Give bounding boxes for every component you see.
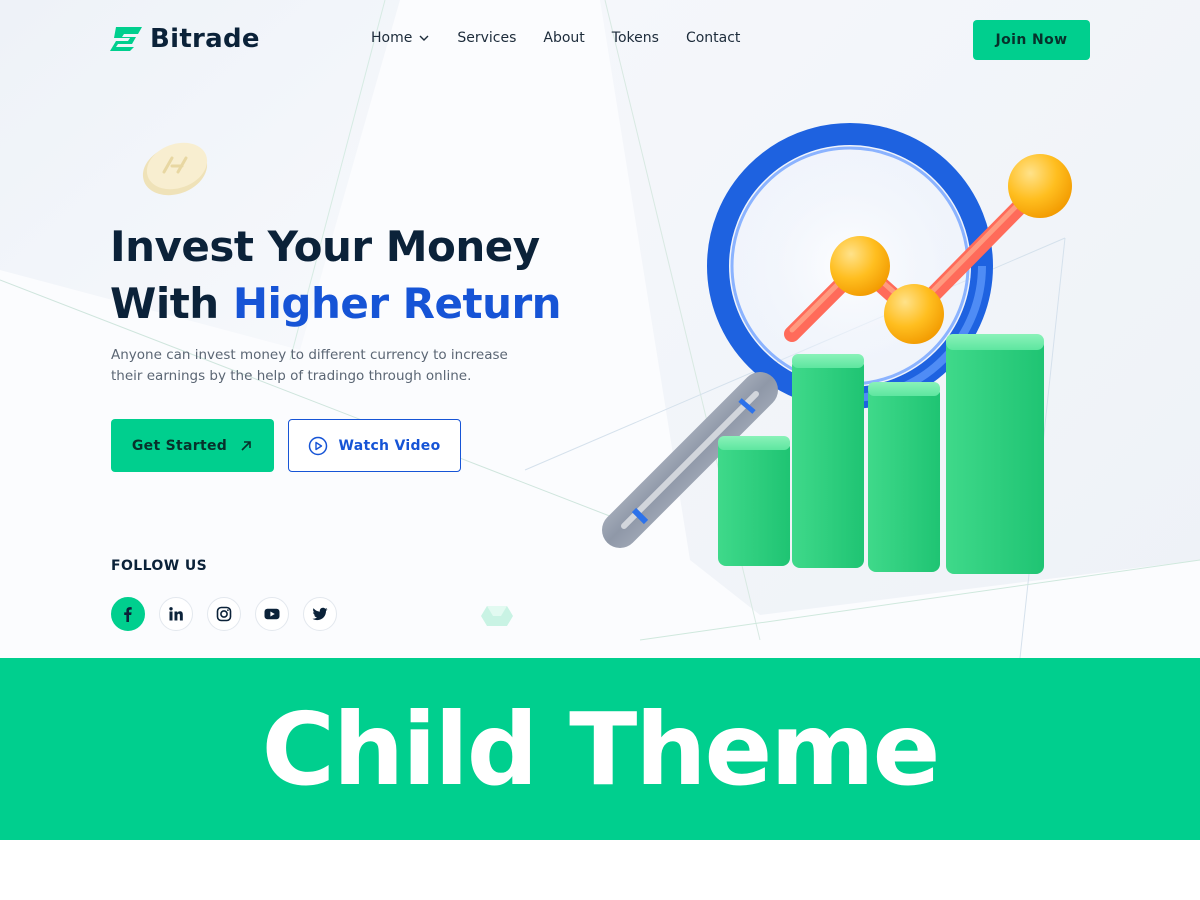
hero-title: Invest Your Money With Higher Return	[110, 218, 630, 332]
get-started-label: Get Started	[131, 437, 228, 454]
hero-title-line-2: With Higher Return	[110, 275, 630, 332]
bar-4	[946, 334, 1044, 574]
bar-1	[718, 436, 790, 566]
bar-3	[868, 382, 940, 572]
twitter-icon	[312, 607, 328, 621]
hero-title-prefix: With	[110, 279, 219, 328]
watch-video-button[interactable]: Watch Video	[288, 419, 461, 472]
main-nav: Home Services About Tokens Contact	[371, 30, 740, 46]
banner-title: Child Theme	[261, 690, 941, 808]
trend-point	[884, 284, 944, 344]
nav-item-label: Tokens	[611, 30, 659, 46]
site-header: Bitrade Home Services About Tokens Conta…	[0, 0, 1200, 80]
child-theme-banner: Child Theme	[0, 658, 1200, 840]
linkedin-link[interactable]	[159, 597, 193, 631]
twitter-link[interactable]	[303, 597, 337, 631]
nav-item-label: About	[543, 30, 585, 46]
nav-item-label: Contact	[685, 30, 741, 46]
nav-item-contact[interactable]: Contact	[686, 30, 740, 46]
brand-logo[interactable]: Bitrade	[110, 24, 260, 54]
linkedin-icon	[169, 607, 183, 621]
footer-strip	[0, 840, 1200, 900]
facebook-icon	[124, 607, 132, 622]
facebook-link[interactable]	[111, 597, 145, 631]
chevron-down-icon	[419, 35, 429, 41]
youtube-link[interactable]	[255, 597, 289, 631]
social-links	[111, 597, 337, 631]
play-circle-icon	[309, 436, 328, 455]
coin-icon	[142, 142, 208, 196]
trend-point	[830, 236, 890, 296]
nav-item-about[interactable]: About	[543, 30, 584, 46]
hero-title-accent: Higher Return	[232, 279, 562, 328]
follow-us-label: FOLLOW US	[111, 558, 208, 574]
instagram-icon	[216, 606, 232, 622]
youtube-icon	[264, 608, 280, 620]
nav-item-tokens[interactable]: Tokens	[612, 30, 659, 46]
trend-point	[1008, 154, 1072, 218]
nav-item-label: Services	[457, 30, 517, 46]
join-now-button[interactable]: Join Now	[973, 20, 1090, 60]
logo-icon	[110, 27, 142, 51]
arrow-up-right-icon	[241, 440, 251, 451]
gem-decoration-icon	[481, 606, 513, 626]
nav-item-label: Home	[371, 30, 413, 46]
hero-description: Anyone can invest money to different cur…	[111, 347, 508, 384]
nav-item-services[interactable]: Services	[457, 30, 516, 46]
growth-illustration	[602, 123, 1072, 574]
hero-title-line-1: Invest Your Money	[110, 222, 540, 271]
nav-item-home[interactable]: Home	[371, 30, 430, 46]
get-started-button[interactable]: Get Started	[111, 419, 274, 472]
watch-video-label: Watch Video	[338, 437, 441, 454]
instagram-link[interactable]	[207, 597, 241, 631]
bar-2	[792, 354, 864, 568]
brand-name: Bitrade	[150, 24, 260, 54]
